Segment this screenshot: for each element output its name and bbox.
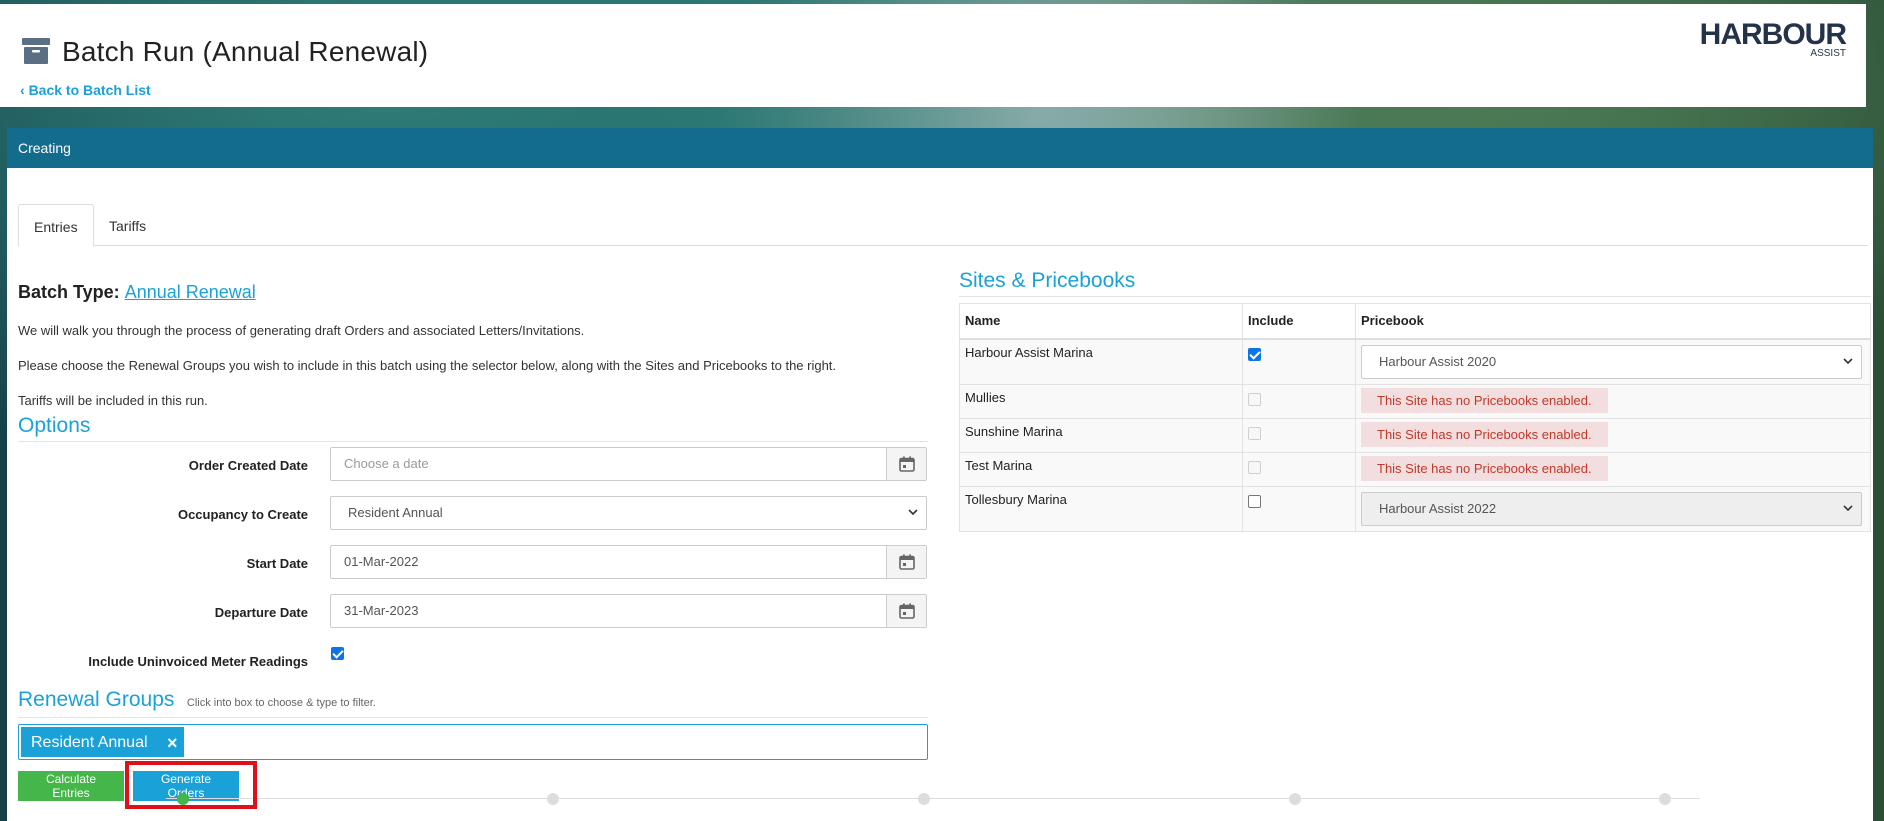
chevron-down-icon [908,509,918,516]
site-name: Tollesbury Marina [959,485,1243,532]
intro-text-3: Tariffs will be included in this run. [18,393,208,408]
site-name: Sunshine Marina [959,417,1243,453]
highlight-annotation [125,761,257,809]
calendar-icon[interactable] [886,595,926,627]
start-date-label: Start Date [246,556,308,571]
page-title: Batch Run (Annual Renewal) [62,36,429,67]
chevron-down-icon [1843,504,1853,511]
table-row: Tollesbury Marina Harbour Assist 2022 [959,485,1871,532]
meter-readings-label: Include Uninvoiced Meter Readings [88,654,308,669]
site-name: Harbour Assist Marina [959,338,1243,385]
tab-bar: Entries Tariffs [18,204,1868,247]
table-row: Sunshine Marina This Site has no Pricebo… [959,417,1871,453]
options-divider [18,441,928,442]
order-created-date-label: Order Created Date [188,458,308,473]
no-pricebook-warning: This Site has no Pricebooks enabled. [1361,455,1608,481]
sites-table: Name Include Pricebook Harbour Assist Ma… [959,303,1871,532]
batch-type: Batch Type: Annual Renewal [18,282,256,303]
intro-text-1: We will walk you through the process of … [18,323,585,338]
batch-type-link[interactable]: Annual Renewal [125,282,256,302]
occupancy-select[interactable]: Resident Annual [330,496,927,530]
col-name: Name [959,303,1243,340]
page-header: Batch Run (Annual Renewal) ‹ Back to Bat… [0,4,1866,107]
chevron-down-icon [1843,357,1853,364]
include-checkbox[interactable] [1248,494,1261,508]
col-pricebook: Pricebook [1355,303,1871,340]
occupancy-label: Occupancy to Create [177,507,308,522]
table-row: Mullies This Site has no Pricebooks enab… [959,383,1871,419]
calculate-entries-button[interactable]: Calculate Entries [18,771,124,801]
table-row: Test Marina This Site has no Pricebooks … [959,451,1871,487]
sites-divider [959,296,1871,297]
col-include: Include [1242,303,1356,340]
renewal-groups-header: Renewal Groups Click into box to choose … [18,688,376,712]
back-to-batch-list-link[interactable]: ‹ Back to Batch List [20,82,151,98]
back-link-label: Back to Batch List [28,82,151,98]
pricebook-select[interactable]: Harbour Assist 2020 [1361,344,1862,379]
order-created-date-input[interactable]: Choose a date [330,447,927,481]
departure-date-input[interactable]: 31-Mar-2023 [330,594,927,628]
renewal-groups-hint: Click into box to choose & type to filte… [186,697,376,709]
progress-step-dot [1659,793,1671,805]
include-checkbox [1248,392,1261,406]
calendar-icon[interactable] [886,546,926,578]
tab-entries[interactable]: Entries [18,204,94,247]
site-name: Mullies [959,383,1243,419]
archive-box-icon [22,38,50,64]
include-checkbox[interactable] [1248,347,1261,361]
progress-track [166,798,1700,799]
include-checkbox [1248,426,1261,440]
no-pricebook-warning: This Site has no Pricebooks enabled. [1361,387,1608,413]
batch-type-label: Batch Type: [18,282,120,302]
renewal-groups-input[interactable]: Resident Annual × [18,724,928,760]
start-date-input[interactable]: 01-Mar-2022 [330,545,927,579]
renewal-group-tag: Resident Annual × [21,727,184,757]
progress-step-dot [1289,793,1301,805]
departure-date-label: Departure Date [214,605,308,620]
sites-heading: Sites & Pricebooks [959,269,1136,292]
renewal-groups-divider [18,717,928,718]
tab-tariffs[interactable]: Tariffs [94,204,161,247]
table-row: Harbour Assist Marina Harbour Assist 202… [959,338,1871,385]
status-bar: Creating [7,128,1873,168]
include-checkbox [1248,460,1261,474]
calendar-icon[interactable] [886,448,926,480]
renewal-groups-heading: Renewal Groups [18,688,175,711]
no-pricebook-warning: This Site has no Pricebooks enabled. [1361,421,1608,447]
meter-readings-checkbox[interactable] [331,647,344,660]
progress-step-dot [547,793,559,805]
chevron-left-icon: ‹ [20,82,29,98]
harbour-assist-logo: HARBOUR ASSIST [1699,18,1847,60]
site-name: Test Marina [959,451,1243,487]
intro-text-2: Please choose the Renewal Groups you wis… [18,358,837,373]
options-heading: Options [18,414,91,437]
pricebook-select[interactable]: Harbour Assist 2022 [1361,491,1862,526]
remove-tag-icon[interactable]: × [167,734,178,752]
progress-step-dot [918,793,930,805]
main-panel: Entries Tariffs Batch Type: Annual Renew… [7,168,1873,821]
